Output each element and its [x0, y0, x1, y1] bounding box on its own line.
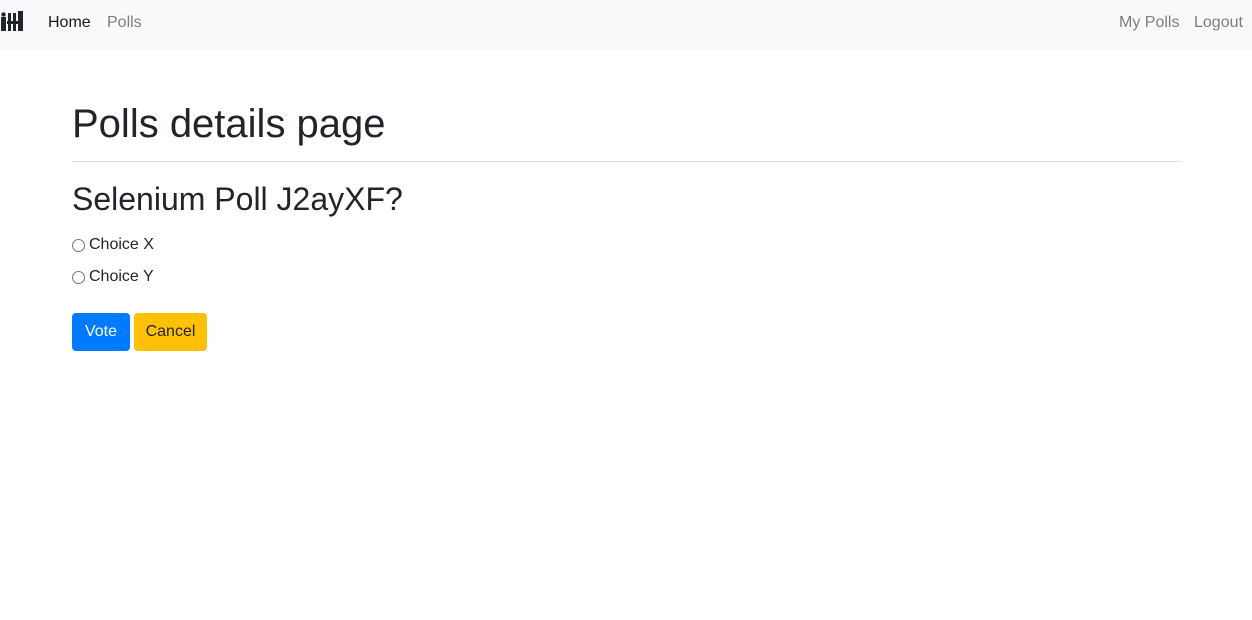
page-title: Polls details page — [72, 102, 386, 146]
choice-label: Choice Y — [89, 268, 154, 285]
choice-option[interactable]: Choice X — [72, 235, 154, 255]
nav-logout-link[interactable]: Logout — [1194, 13, 1243, 33]
top-navbar: Home Polls My Polls Logout — [0, 0, 1252, 50]
choice-label: Choice X — [89, 236, 154, 253]
polls-logo-icon[interactable] — [0, 11, 26, 35]
title-divider — [72, 161, 1182, 162]
choice-option[interactable]: Choice Y — [72, 267, 154, 287]
radio-button[interactable] — [72, 238, 85, 252]
poll-question: Selenium Poll J2ayXF? — [72, 181, 403, 217]
nav-polls-link[interactable]: Polls — [107, 13, 142, 33]
vote-button[interactable]: Vote — [72, 313, 130, 351]
cancel-button[interactable]: Cancel — [134, 313, 207, 351]
nav-home-link[interactable]: Home — [48, 13, 91, 33]
radio-button[interactable] — [72, 270, 85, 284]
nav-my-polls-link[interactable]: My Polls — [1119, 13, 1179, 33]
